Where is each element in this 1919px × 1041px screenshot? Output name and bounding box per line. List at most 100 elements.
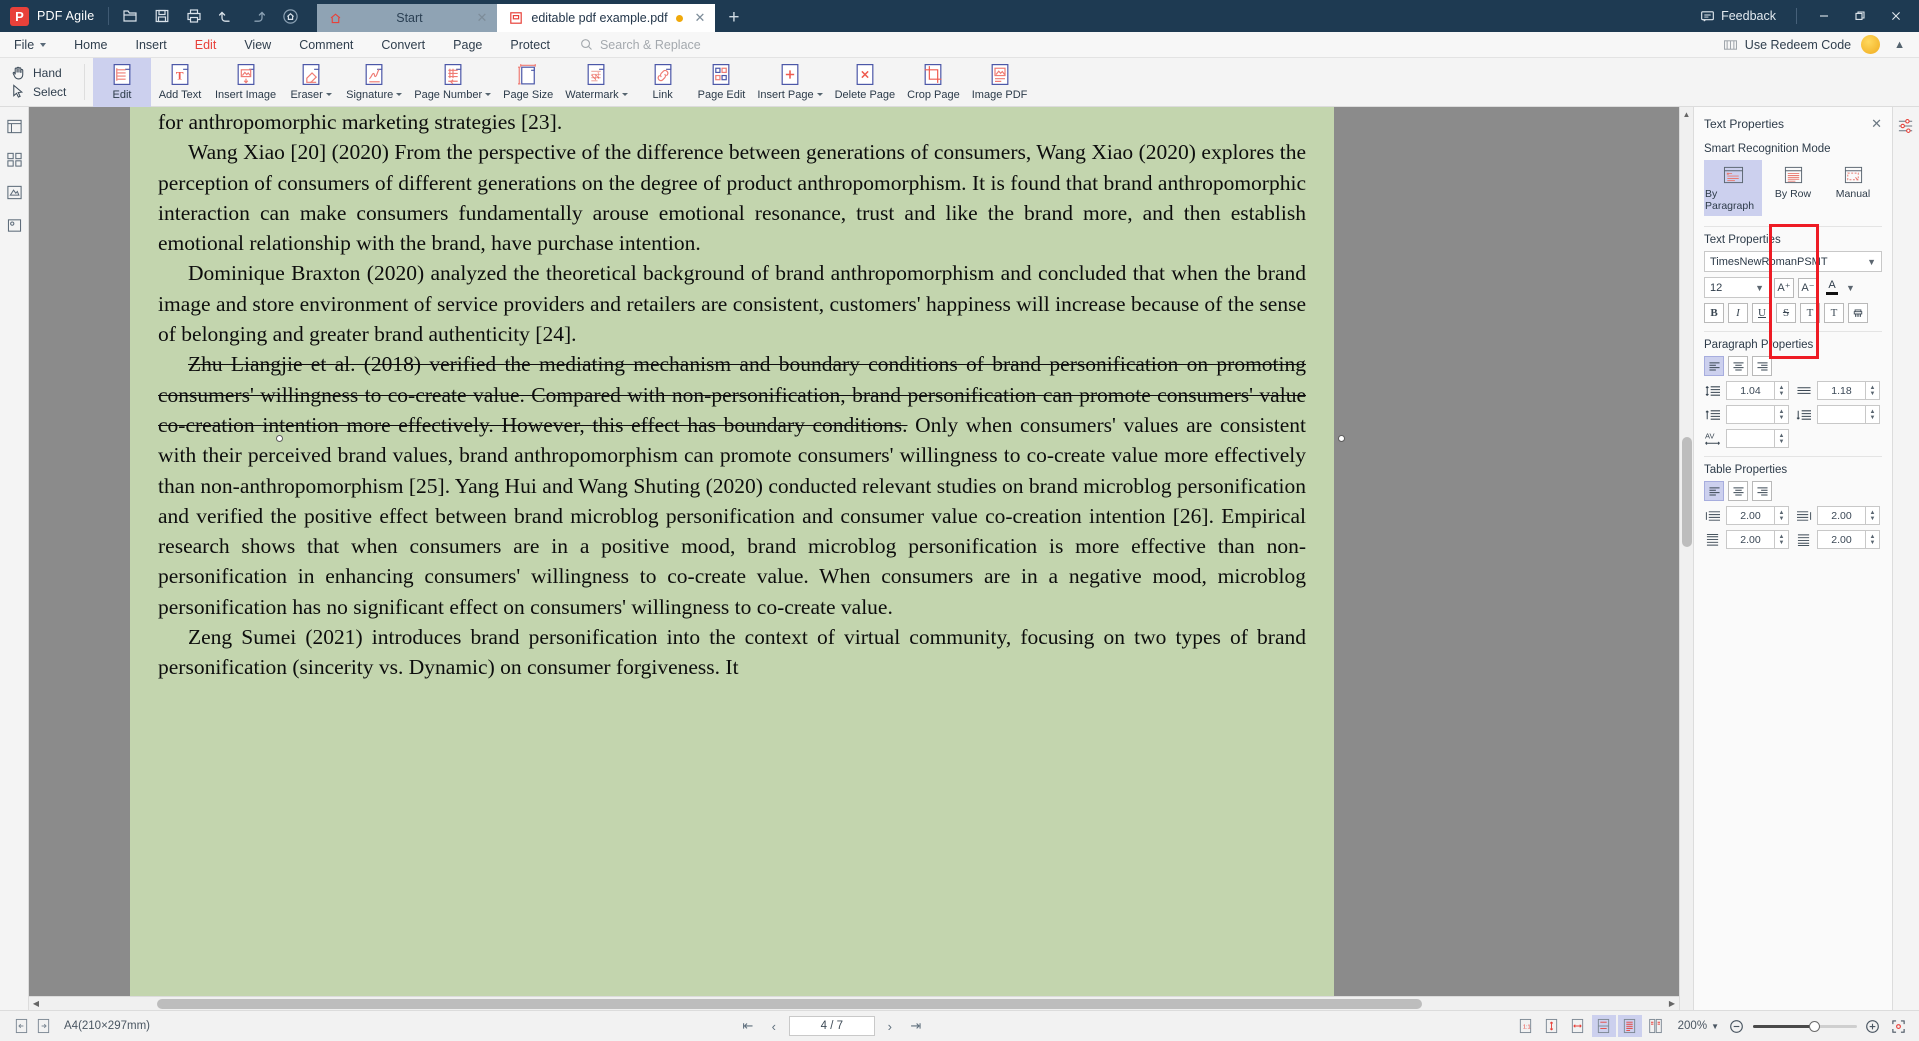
- tab-editable-pdf-example[interactable]: editable pdf example.pdf ✕: [497, 4, 716, 32]
- selection-handle-left[interactable]: [276, 435, 283, 442]
- first-page-button[interactable]: ⇤: [737, 1015, 759, 1037]
- space-after-spinner[interactable]: ▲ ▼: [1865, 405, 1880, 424]
- selection-handle-right[interactable]: [1338, 435, 1345, 442]
- zoom-slider-knob[interactable]: [1809, 1020, 1821, 1032]
- ribbon-button-delete-page[interactable]: Delete Page: [829, 58, 902, 107]
- menu-item-page[interactable]: Page: [439, 32, 496, 58]
- annotation-icon[interactable]: [4, 182, 24, 202]
- select-tool-button[interactable]: Select: [10, 83, 80, 100]
- bold-button[interactable]: B: [1704, 303, 1724, 323]
- spinner-down-icon[interactable]: ▼: [1779, 540, 1785, 546]
- paragraph-align-right-button[interactable]: [1752, 356, 1772, 376]
- ribbon-button-page-edit[interactable]: Page Edit: [692, 58, 752, 107]
- vertical-scrollbar[interactable]: ▲: [1679, 107, 1693, 1010]
- scroll-up-arrow-icon[interactable]: ▲: [1680, 107, 1693, 121]
- chevron-down-icon[interactable]: [816, 93, 823, 96]
- ribbon-button-watermark[interactable]: W Watermark: [559, 58, 633, 107]
- tab-start[interactable]: Start ✕: [317, 4, 498, 32]
- ribbon-button-image-pdf[interactable]: Image PDF: [966, 58, 1034, 107]
- search-replace-field[interactable]: Search & Replace: [580, 38, 701, 52]
- zoom-level-dropdown[interactable]: 200% ▼: [1678, 1020, 1719, 1032]
- fit-width-icon[interactable]: [1566, 1015, 1590, 1037]
- margin-top-stepper[interactable]: 2.00 ▲ ▼: [1726, 530, 1789, 549]
- paragraph-text[interactable]: Only when consumers' values are consiste…: [158, 413, 1306, 619]
- margin-left-spinner[interactable]: ▲ ▼: [1774, 506, 1789, 525]
- ribbon-button-crop-page[interactable]: Crop Page: [901, 58, 966, 107]
- chevron-down-icon[interactable]: [325, 93, 332, 96]
- scroll-right-arrow-icon[interactable]: ▶: [1665, 999, 1679, 1008]
- page-canvas[interactable]: for anthropomorphic marketing strategies…: [29, 107, 1679, 1010]
- redo-icon[interactable]: [243, 3, 273, 29]
- margin-top-spinner[interactable]: ▲ ▼: [1774, 530, 1789, 549]
- font-size-select[interactable]: 12 ▼: [1704, 277, 1770, 298]
- font-color-chevron-down-icon[interactable]: ▼: [1846, 283, 1855, 293]
- ribbon-button-insert-image[interactable]: Insert Image: [209, 58, 282, 107]
- close-icon[interactable]: ✕: [1871, 116, 1882, 132]
- line-spacing-stepper[interactable]: 1.04 ▲ ▼: [1726, 381, 1789, 400]
- spinner-down-icon[interactable]: ▼: [1779, 415, 1785, 421]
- char-spacing-stepper[interactable]: 1.18 ▲ ▼: [1817, 381, 1880, 400]
- stamp-icon[interactable]: [4, 215, 24, 235]
- new-tab-button[interactable]: +: [715, 7, 752, 32]
- space-before-value[interactable]: [1726, 405, 1774, 424]
- save-icon[interactable]: [147, 3, 177, 29]
- continuous-scroll-icon[interactable]: [1617, 1015, 1642, 1037]
- spinner-down-icon[interactable]: ▼: [1779, 391, 1785, 397]
- horizontal-scroll-thumb[interactable]: [156, 998, 1422, 1009]
- kerning-stepper[interactable]: ▲ ▼: [1726, 429, 1789, 448]
- horizontal-scroll-track[interactable]: [43, 997, 1665, 1011]
- menu-item-view[interactable]: View: [230, 32, 285, 58]
- char-spacing-spinner[interactable]: ▲ ▼: [1865, 381, 1880, 400]
- table-align-right-button[interactable]: [1752, 481, 1772, 501]
- maximize-button[interactable]: [1843, 1, 1877, 31]
- spinner-down-icon[interactable]: ▼: [1779, 516, 1785, 522]
- space-after-value[interactable]: [1817, 405, 1865, 424]
- zoom-out-button[interactable]: [1727, 1016, 1747, 1036]
- italic-button[interactable]: I: [1728, 303, 1748, 323]
- home-icon[interactable]: [275, 3, 305, 29]
- two-page-icon[interactable]: [1644, 1015, 1668, 1037]
- ribbon-button-link[interactable]: Link: [634, 58, 692, 107]
- table-align-center-button[interactable]: [1728, 481, 1748, 501]
- fit-page-icon[interactable]: [1540, 1015, 1564, 1037]
- strikethrough-button[interactable]: S: [1776, 303, 1796, 323]
- document-paragraph[interactable]: Zhu Liangjie et al. (2018) verified the …: [158, 349, 1306, 622]
- next-page-button[interactable]: ›: [879, 1015, 901, 1037]
- tab-start-close-icon[interactable]: ✕: [476, 10, 487, 26]
- ribbon-button-signature[interactable]: Signature: [340, 58, 408, 107]
- subscript-button[interactable]: T: [1824, 303, 1844, 323]
- menu-item-edit[interactable]: Edit: [181, 32, 231, 58]
- document-paragraph[interactable]: Dominique Braxton (2020) analyzed the th…: [158, 258, 1306, 349]
- space-after-stepper[interactable]: ▲ ▼: [1817, 405, 1880, 424]
- zoom-in-button[interactable]: [1863, 1016, 1883, 1036]
- spinner-down-icon[interactable]: ▼: [1870, 516, 1876, 522]
- paragraph-align-center-button[interactable]: [1728, 356, 1748, 376]
- open-file-icon[interactable]: [115, 3, 145, 29]
- document-paragraph[interactable]: for anthropomorphic marketing strategies…: [158, 107, 1306, 137]
- ribbon-button-insert-page[interactable]: Insert Page: [751, 58, 828, 107]
- minimize-button[interactable]: [1807, 1, 1841, 31]
- format-brush-button[interactable]: [1848, 303, 1868, 323]
- line-spacing-spinner[interactable]: ▲ ▼: [1774, 381, 1789, 400]
- properties-panel-toggle-icon[interactable]: [1896, 116, 1916, 136]
- mode-by-paragraph[interactable]: By Paragraph: [1704, 160, 1762, 216]
- font-color-button[interactable]: A: [1822, 278, 1842, 298]
- paragraph-align-left-button[interactable]: [1704, 356, 1724, 376]
- superscript-button[interactable]: T: [1800, 303, 1820, 323]
- margin-right-stepper[interactable]: 2.00 ▲ ▼: [1817, 506, 1880, 525]
- margin-right-value[interactable]: 2.00: [1817, 506, 1865, 525]
- use-redeem-code-button[interactable]: Use Redeem Code: [1723, 38, 1851, 52]
- actual-size-icon[interactable]: 1:1: [1514, 1015, 1538, 1037]
- margin-top-value[interactable]: 2.00: [1726, 530, 1774, 549]
- mode-by-row[interactable]: By Row: [1764, 160, 1822, 216]
- char-spacing-value[interactable]: 1.18: [1817, 381, 1865, 400]
- vertical-scroll-thumb[interactable]: [1682, 437, 1692, 547]
- spinner-down-icon[interactable]: ▼: [1870, 391, 1876, 397]
- document-paragraph[interactable]: Zeng Sumei (2021) introduces brand perso…: [158, 622, 1306, 683]
- page-grid-icon[interactable]: [4, 149, 24, 169]
- menu-item-home[interactable]: Home: [60, 32, 121, 58]
- margin-left-stepper[interactable]: 2.00 ▲ ▼: [1726, 506, 1789, 525]
- spinner-down-icon[interactable]: ▼: [1779, 439, 1785, 445]
- ribbon-button-add-text[interactable]: T Add Text: [151, 58, 209, 107]
- scroll-left-arrow-icon[interactable]: ◀: [29, 999, 43, 1008]
